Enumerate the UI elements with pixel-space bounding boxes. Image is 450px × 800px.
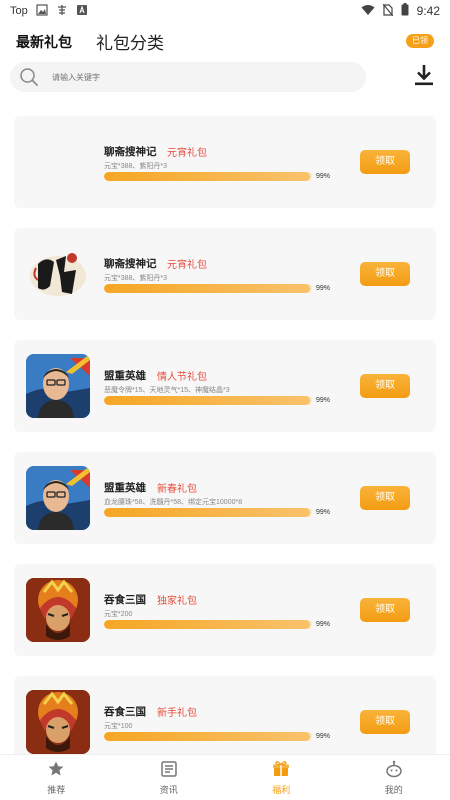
news-icon [160, 760, 178, 780]
gift-contents: 元宝*200 [104, 611, 133, 618]
progress-bar [104, 732, 312, 741]
game-thumbnail-mengzhong[interactable] [26, 354, 90, 418]
image-icon [36, 3, 48, 19]
gift-card: 吞食三国 独家礼包 元宝*200 99% 领取 [14, 564, 436, 656]
game-title: 吞食三国 [104, 706, 146, 718]
gift-contents: 血龙腰珠*58、洗髓丹*58、绑定元宝10000*8 [104, 499, 243, 506]
search-bar[interactable] [10, 62, 366, 92]
progress-fill [104, 732, 310, 741]
gift-card: 聊斋搜神记 元宵礼包 元宝*388、紫阳丹*3 99% 领取 [14, 228, 436, 320]
wifi-icon [361, 4, 375, 19]
nav-label: 我的 [384, 784, 403, 795]
claim-button[interactable]: 领取 [360, 486, 410, 510]
progress-fill [104, 172, 310, 181]
profile-icon [385, 760, 403, 780]
download-button[interactable] [410, 63, 438, 91]
gift-card: 聊斋搜神记 元宵礼包 元宝*388、紫阳丹*3 99% 领取 [14, 116, 436, 208]
nav-label: 福利 [272, 784, 291, 795]
nav-news[interactable]: 资讯 [113, 755, 226, 800]
gift-tag: 情人节礼包 [157, 372, 207, 383]
nav-welfare[interactable]: 福利 [225, 755, 338, 800]
progress-fill [104, 620, 310, 629]
tab-gift-category[interactable]: 礼包分类 [96, 29, 164, 54]
progress-bar [104, 396, 312, 405]
claimed-button[interactable]: 已领 [406, 34, 434, 48]
game-thumbnail-mengzhong[interactable] [26, 466, 90, 530]
gift-tag: 新手礼包 [157, 708, 197, 719]
progress-fill [104, 396, 310, 405]
claim-button[interactable]: 领取 [360, 598, 410, 622]
progress-fill [104, 508, 310, 517]
recommend-icon [47, 760, 65, 780]
progress-fill [104, 284, 310, 293]
game-title: 聊斋搜神记 [104, 258, 157, 270]
game-title: 盟重英雄 [104, 482, 146, 494]
no-sim-icon [382, 3, 394, 19]
gift-tag: 新春礼包 [157, 484, 197, 495]
gift-tag: 元宵礼包 [167, 260, 207, 271]
progress-percent: 99% [316, 397, 331, 404]
gift-contents: 元宝*388、紫阳丹*3 [104, 163, 168, 170]
status-left-text: Top [10, 5, 28, 17]
gift-tag: 元宵礼包 [167, 148, 207, 159]
progress-percent: 99% [316, 621, 331, 628]
progress-percent: 99% [316, 509, 331, 516]
progress-bar [104, 508, 312, 517]
search-icon [14, 62, 44, 92]
gift-contents: 元宝*100 [104, 723, 133, 730]
battery-icon [401, 3, 409, 19]
game-title: 盟重英雄 [104, 370, 146, 382]
app-icon [56, 4, 68, 19]
gift-card: 盟重英雄 情人节礼包 恶魔令牌*15、天地灵气*15、神魔结晶*3 99% 领取 [14, 340, 436, 432]
game-title: 吞食三国 [104, 594, 146, 606]
game-thumbnail-tunshi[interactable] [26, 690, 90, 754]
download-icon [413, 63, 435, 92]
progress-bar [104, 284, 312, 293]
claim-button[interactable]: 领取 [360, 710, 410, 734]
header: 最新礼包 礼包分类 已领 [0, 26, 450, 56]
search-input[interactable] [52, 72, 332, 82]
progress-bar [104, 620, 312, 629]
status-time: 9:42 [416, 4, 440, 18]
game-thumbnail-liaozhai[interactable] [26, 242, 90, 306]
nav-label: 推荐 [47, 784, 66, 795]
gift-icon [272, 760, 290, 780]
gift-tag: 独家礼包 [157, 596, 197, 607]
claim-button[interactable]: 领取 [360, 374, 410, 398]
progress-percent: 99% [316, 733, 331, 740]
gift-contents: 恶魔令牌*15、天地灵气*15、神魔结晶*3 [104, 387, 230, 394]
gift-contents: 元宝*388、紫阳丹*3 [104, 275, 168, 282]
nav-label: 资讯 [159, 784, 178, 795]
nav-profile[interactable]: 我的 [338, 755, 450, 800]
progress-percent: 99% [316, 173, 331, 180]
bottom-nav: 推荐 资讯 福利 我的 [0, 754, 450, 800]
progress-percent: 99% [316, 285, 331, 292]
game-title: 聊斋搜神记 [104, 146, 157, 158]
progress-bar [104, 172, 312, 181]
game-thumbnail-tunshi[interactable] [26, 578, 90, 642]
a-icon [76, 4, 88, 19]
tab-latest-gifts[interactable]: 最新礼包 [16, 32, 72, 52]
nav-recommend[interactable]: 推荐 [0, 755, 113, 800]
gift-card: 盟重英雄 新春礼包 血龙腰珠*58、洗髓丹*58、绑定元宝10000*8 99%… [14, 452, 436, 544]
status-bar: Top 9:42 [0, 0, 450, 22]
claim-button[interactable]: 领取 [360, 150, 410, 174]
claim-button[interactable]: 领取 [360, 262, 410, 286]
